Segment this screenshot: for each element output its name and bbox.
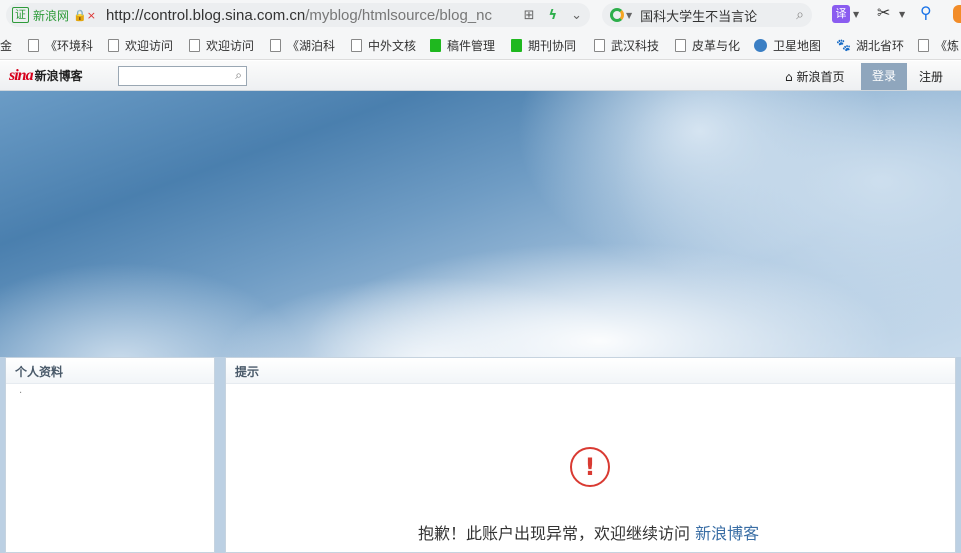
profile-placeholder: · — [19, 388, 23, 399]
profile-panel: 个人资料 · — [5, 357, 215, 553]
bookmark-item[interactable]: 欢迎访问 — [108, 37, 173, 54]
search-icon[interactable]: ⌕ — [235, 68, 242, 83]
page-icon — [351, 39, 362, 52]
search-bar[interactable]: ▼ 国科大学生不当言论 ⌕ — [602, 3, 812, 27]
cert-icon: 证 — [12, 7, 29, 23]
url-text[interactable]: http://control.blog.sina.com.cn/myblog/h… — [106, 7, 506, 24]
caret-down-icon[interactable]: ▼ — [899, 10, 905, 19]
page-icon — [270, 39, 281, 52]
bookmarks-bar: 金 《环境科 欢迎访问 欢迎访问 《湖泊科 中外文核 稿件管理 期刊协同 武汉科… — [0, 30, 961, 60]
register-link[interactable]: 注册 — [919, 68, 943, 85]
scissors-icon[interactable]: ✂ — [877, 3, 890, 22]
bookmark-item[interactable]: 稿件管理 — [430, 37, 495, 54]
notice-panel: 提示 ! 抱歉！此账户出现异常，欢迎继续访问 新浪博客 — [225, 357, 956, 553]
translate-icon[interactable]: 译 — [832, 5, 850, 23]
site-search-input[interactable] — [119, 67, 227, 85]
profile-panel-title: 个人资料 — [6, 358, 214, 384]
bookmark-item[interactable]: 《环境科 — [28, 37, 93, 54]
paw-icon: 🐾 — [836, 37, 851, 52]
certificate-badge[interactable]: 证 新浪网 — [12, 7, 73, 24]
page-icon — [675, 39, 686, 52]
sina-blog-logo[interactable]: sina 新浪博客 — [9, 67, 83, 85]
extension-icon[interactable] — [953, 5, 961, 23]
bookmark-item[interactable]: 欢迎访问 — [189, 37, 254, 54]
page-icon — [918, 39, 929, 52]
blog-banner — [0, 91, 961, 357]
bookmark-item[interactable]: 《炼 — [918, 37, 959, 54]
journal-system-icon — [511, 39, 522, 52]
bookmark-item[interactable]: 武汉科技 — [594, 37, 659, 54]
page-icon — [108, 39, 119, 52]
qr-grid-icon[interactable]: ⊞ — [524, 8, 535, 23]
browser-toolbar: 证 新浪网 🔒× http://control.blog.sina.com.cn… — [0, 0, 961, 30]
bookmark-item[interactable]: 《湖泊科 — [270, 37, 335, 54]
search-query[interactable]: 国科大学生不当言论 — [640, 6, 757, 25]
home-icon: ⌂ — [785, 70, 793, 84]
search-engine-icon[interactable] — [610, 8, 624, 22]
globe-icon — [754, 39, 767, 52]
lightning-icon[interactable]: ϟ — [549, 8, 558, 23]
address-bar[interactable]: 证 新浪网 🔒× http://control.blog.sina.com.cn… — [6, 3, 590, 27]
page-icon — [28, 39, 39, 52]
page-icon — [189, 39, 200, 52]
chevron-down-icon[interactable]: ⌄ — [571, 8, 582, 23]
site-search: ⌕ — [118, 66, 247, 86]
bookmark-item[interactable]: 中外文核 — [351, 37, 416, 54]
notice-message: 抱歉！此账户出现异常，欢迎继续访问 新浪博客 — [418, 524, 760, 543]
sina-blog-link[interactable]: 新浪博客 — [695, 524, 759, 543]
caret-down-icon[interactable]: ▼ — [853, 10, 859, 19]
cert-site-name: 新浪网 — [33, 8, 70, 23]
page-icon — [594, 39, 605, 52]
insecure-lock-icon[interactable]: 🔒× — [73, 9, 96, 22]
journal-system-icon — [430, 39, 441, 52]
bookmark-item[interactable]: 🐾 湖北省环 — [836, 37, 904, 54]
bookmark-item[interactable]: 皮革与化 — [675, 37, 740, 54]
magnifier-icon[interactable]: ⚲ — [920, 3, 932, 22]
caret-down-icon[interactable]: ▼ — [626, 11, 632, 20]
login-button[interactable]: 登录 — [861, 63, 907, 90]
blog-content: 个人资料 · 提示 ! 抱歉！此账户出现异常，欢迎继续访问 新浪博客 — [0, 357, 961, 553]
alert-icon: ! — [570, 447, 610, 487]
bookmark-item[interactable]: 期刊协同 — [511, 37, 576, 54]
sina-top-bar: sina 新浪博客 ⌕ ⌂ 新浪首页 登录 注册 — [0, 61, 961, 91]
bookmark-item[interactable]: 卫星地图 — [754, 37, 821, 54]
bookmark-item[interactable]: 金 — [0, 37, 12, 54]
sina-home-link[interactable]: ⌂ 新浪首页 — [785, 68, 844, 85]
notice-panel-title: 提示 — [226, 358, 955, 384]
search-icon[interactable]: ⌕ — [796, 7, 804, 23]
